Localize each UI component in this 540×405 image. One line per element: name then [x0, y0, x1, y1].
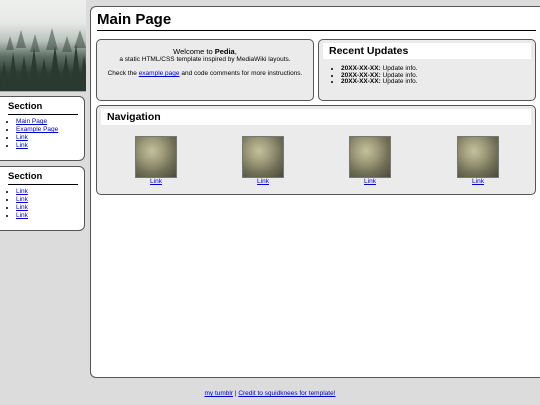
- list-item: Example Page: [16, 126, 78, 134]
- forest-illustration: [0, 28, 86, 91]
- nav-link[interactable]: Link: [348, 178, 392, 185]
- thumbnail-image-icon[interactable]: [242, 136, 284, 178]
- welcome-instructions: Check the example page and code comments…: [97, 70, 313, 77]
- credit-link[interactable]: Credit to squidknees for template!: [238, 390, 335, 397]
- instructions-prefix: Check the: [107, 70, 139, 77]
- list-item: Main Page: [16, 118, 78, 126]
- recent-updates-panel: Recent Updates 20XX-XX-XX: Update info. …: [318, 39, 536, 101]
- thumbnail-image-icon[interactable]: [457, 136, 499, 178]
- updates-list: 20XX-XX-XX: Update info. 20XX-XX-XX: Upd…: [319, 65, 535, 86]
- navigation-title: Navigation: [101, 109, 531, 125]
- navigation-panel: Navigation Link Link Link Link: [96, 105, 536, 195]
- main-content: Main Page Welcome to Pedia, a static HTM…: [90, 6, 540, 378]
- welcome-subtitle: a static HTML/CSS template inspired by M…: [119, 56, 291, 63]
- sidebar-link-list: Main Page Example Page Link Link: [8, 118, 78, 150]
- sidebar-section-2: Section Link Link Link Link: [0, 166, 85, 231]
- welcome-line: Welcome to Pedia,: [97, 48, 313, 56]
- site-name: Pedia: [214, 47, 235, 56]
- update-text: Update info.: [380, 78, 418, 85]
- thumbnail-image-icon[interactable]: [135, 136, 177, 178]
- nav-item[interactable]: Link: [241, 136, 285, 185]
- welcome-panel: Welcome to Pedia, a static HTML/CSS temp…: [96, 39, 314, 101]
- nav-link[interactable]: Link: [456, 178, 500, 185]
- list-item: Link: [16, 142, 78, 150]
- tumblr-link[interactable]: my tumblr: [204, 390, 233, 397]
- nav-link[interactable]: Link: [134, 178, 178, 185]
- thumbnail-image-icon[interactable]: [349, 136, 391, 178]
- sidebar-link[interactable]: Link: [16, 134, 28, 141]
- sidebar-link-list: Link Link Link Link: [8, 188, 78, 220]
- sidebar-link[interactable]: Link: [16, 212, 28, 219]
- sidebar-link-main-page[interactable]: Main Page: [16, 118, 47, 125]
- sidebar: Section Main Page Example Page Link Link…: [0, 0, 86, 231]
- sidebar-section-title: Section: [8, 171, 78, 185]
- sidebar-section-1: Section Main Page Example Page Link Link: [0, 96, 85, 161]
- sidebar-link[interactable]: Link: [16, 204, 28, 211]
- update-date: 20XX-XX-XX:: [341, 78, 381, 85]
- page-title: Main Page: [97, 11, 536, 31]
- instructions-suffix: and code comments for more instructions.: [179, 70, 303, 77]
- welcome-prefix: Welcome to: [173, 47, 215, 56]
- sidebar-section-title: Section: [8, 101, 78, 115]
- nav-item[interactable]: Link: [134, 136, 178, 185]
- list-item: Link: [16, 204, 78, 212]
- recent-updates-title: Recent Updates: [323, 43, 531, 59]
- nav-item[interactable]: Link: [348, 136, 392, 185]
- list-item: Link: [16, 134, 78, 142]
- nav-link[interactable]: Link: [241, 178, 285, 185]
- update-item: 20XX-XX-XX: Update info.: [341, 78, 535, 86]
- example-page-link[interactable]: example page: [139, 70, 180, 77]
- sidebar-link[interactable]: Link: [16, 188, 28, 195]
- sidebar-link[interactable]: Link: [16, 142, 28, 149]
- footer: my tumblr | Credit to squidknees for tem…: [0, 390, 540, 397]
- welcome-suffix: ,: [234, 47, 237, 56]
- banner-image: [0, 0, 86, 92]
- list-item: Link: [16, 188, 78, 196]
- list-item: Link: [16, 212, 78, 220]
- nav-item[interactable]: Link: [456, 136, 500, 185]
- sidebar-link-example-page[interactable]: Example Page: [16, 126, 58, 133]
- list-item: Link: [16, 196, 78, 204]
- sidebar-link[interactable]: Link: [16, 196, 28, 203]
